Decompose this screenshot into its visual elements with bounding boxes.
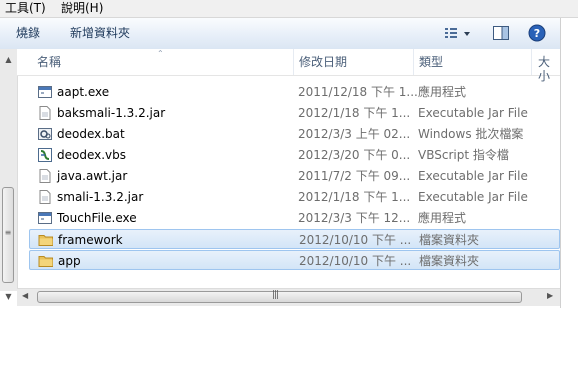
scroll-right-icon[interactable]: ▶ [547, 291, 553, 300]
column-divider[interactable] [531, 49, 532, 75]
vbs-icon [38, 148, 52, 162]
menu-bar: 工具(T) 說明(H) [0, 0, 578, 18]
window-edge [560, 18, 578, 308]
exe-icon [38, 86, 52, 98]
file-row[interactable]: deodex.vbs 2012/3/20 下午 0... VBScript 指令… [29, 145, 560, 165]
file-type: 檔案資料夾 [419, 233, 480, 247]
exe-icon [38, 212, 52, 224]
file-date: 2012/3/3 上午 02... [298, 127, 411, 141]
menu-tools[interactable]: 工具(T) [5, 1, 46, 16]
folder-name: framework [58, 233, 123, 247]
file-name: deodex.bat [57, 127, 125, 141]
jar-icon [39, 106, 51, 120]
column-size[interactable]: 大小 [538, 55, 560, 83]
file-row[interactable]: smali-1.3.2.jar 2012/1/18 下午 1... Execut… [29, 187, 560, 207]
file-type: 應用程式 [418, 85, 467, 99]
bat-icon [38, 128, 52, 140]
column-divider[interactable] [413, 49, 414, 75]
help-button[interactable]: ? [528, 24, 546, 42]
file-type: Executable Jar File [418, 106, 528, 120]
column-divider[interactable] [293, 49, 294, 75]
view-list-icon [445, 28, 470, 38]
toolbar: 燒錄 新增資料夾 ? [0, 18, 560, 50]
scroll-up-icon[interactable]: ▲ [0, 55, 17, 64]
folder-icon [38, 235, 53, 246]
file-type: Executable Jar File [418, 190, 528, 204]
column-header: ⌃ 名稱 修改日期 類型 大小 [17, 49, 560, 83]
file-date: 2012/3/20 下午 0... [298, 148, 411, 162]
file-name: smali-1.3.2.jar [57, 190, 144, 204]
scroll-left-icon[interactable]: ◀ [22, 291, 28, 300]
file-row[interactable]: aapt.exe 2011/12/18 下午 1... 應用程式 [29, 82, 560, 102]
sort-ascending-icon: ⌃ [157, 49, 164, 58]
file-date: 2011/7/2 下午 09... [298, 169, 411, 183]
file-name: aapt.exe [57, 85, 110, 99]
horizontal-scroll-thumb[interactable]: ||| [37, 290, 522, 303]
vertical-scrollbar[interactable]: ▲ ≡ ▼ [0, 49, 18, 301]
file-type: 應用程式 [418, 211, 467, 225]
help-icon: ? [528, 24, 546, 42]
jar-icon [39, 190, 51, 204]
view-options-button[interactable] [443, 24, 473, 42]
file-type: Windows 批次檔案 [418, 127, 524, 141]
scroll-down-icon[interactable]: ▼ [0, 292, 17, 301]
menu-help[interactable]: 說明(H) [61, 1, 103, 16]
file-name: java.awt.jar [57, 169, 128, 183]
file-date: 2012/1/18 下午 1... [298, 190, 411, 204]
folder-name: app [58, 254, 81, 268]
folder-icon [38, 256, 53, 267]
scroll-grip-icon: ≡ [4, 228, 12, 237]
vertical-scroll-thumb[interactable]: ≡ [2, 187, 14, 283]
file-row[interactable]: java.awt.jar 2011/7/2 下午 09... Executabl… [29, 166, 560, 186]
file-row[interactable]: baksmali-1.3.2.jar 2012/1/18 下午 1... Exe… [29, 103, 560, 123]
file-type: 檔案資料夾 [419, 254, 480, 268]
file-type: Executable Jar File [418, 169, 528, 183]
file-name: TouchFile.exe [57, 211, 137, 225]
file-type: VBScript 指令檔 [418, 148, 509, 162]
file-row[interactable]: deodex.bat 2012/3/3 上午 02... Windows 批次檔… [29, 124, 560, 144]
file-date: 2012/3/3 下午 12... [298, 211, 411, 225]
file-list: aapt.exe 2011/12/18 下午 1... 應用程式 baksmal… [17, 80, 560, 285]
preview-pane-button[interactable] [492, 24, 510, 42]
svg-text:?: ? [534, 27, 540, 40]
file-row[interactable]: TouchFile.exe 2012/3/3 下午 12... 應用程式 [29, 208, 560, 228]
horizontal-scrollbar[interactable]: ◀ ||| ▶ [17, 288, 560, 306]
new-folder-button[interactable]: 新增資料夾 [70, 26, 130, 41]
file-name: deodex.vbs [57, 148, 127, 162]
file-date: 2012/1/18 下午 1... [298, 106, 411, 120]
folder-row[interactable]: framework 2012/10/10 下午 ... 檔案資料夾 [29, 229, 560, 249]
column-name[interactable]: 名稱 [37, 55, 61, 69]
column-date[interactable]: 修改日期 [299, 55, 347, 69]
file-name: baksmali-1.3.2.jar [57, 106, 166, 120]
scroll-grip-icon: ||| [272, 290, 279, 300]
file-date: 2011/12/18 下午 1... [298, 85, 418, 99]
file-date: 2012/10/10 下午 ... [299, 233, 412, 247]
file-date: 2012/10/10 下午 ... [299, 254, 412, 268]
burn-button[interactable]: 燒錄 [16, 26, 40, 41]
preview-pane-icon [493, 26, 509, 40]
folder-row[interactable]: app 2012/10/10 下午 ... 檔案資料夾 [29, 250, 560, 270]
jar-icon [39, 169, 51, 183]
column-type[interactable]: 類型 [419, 55, 443, 69]
